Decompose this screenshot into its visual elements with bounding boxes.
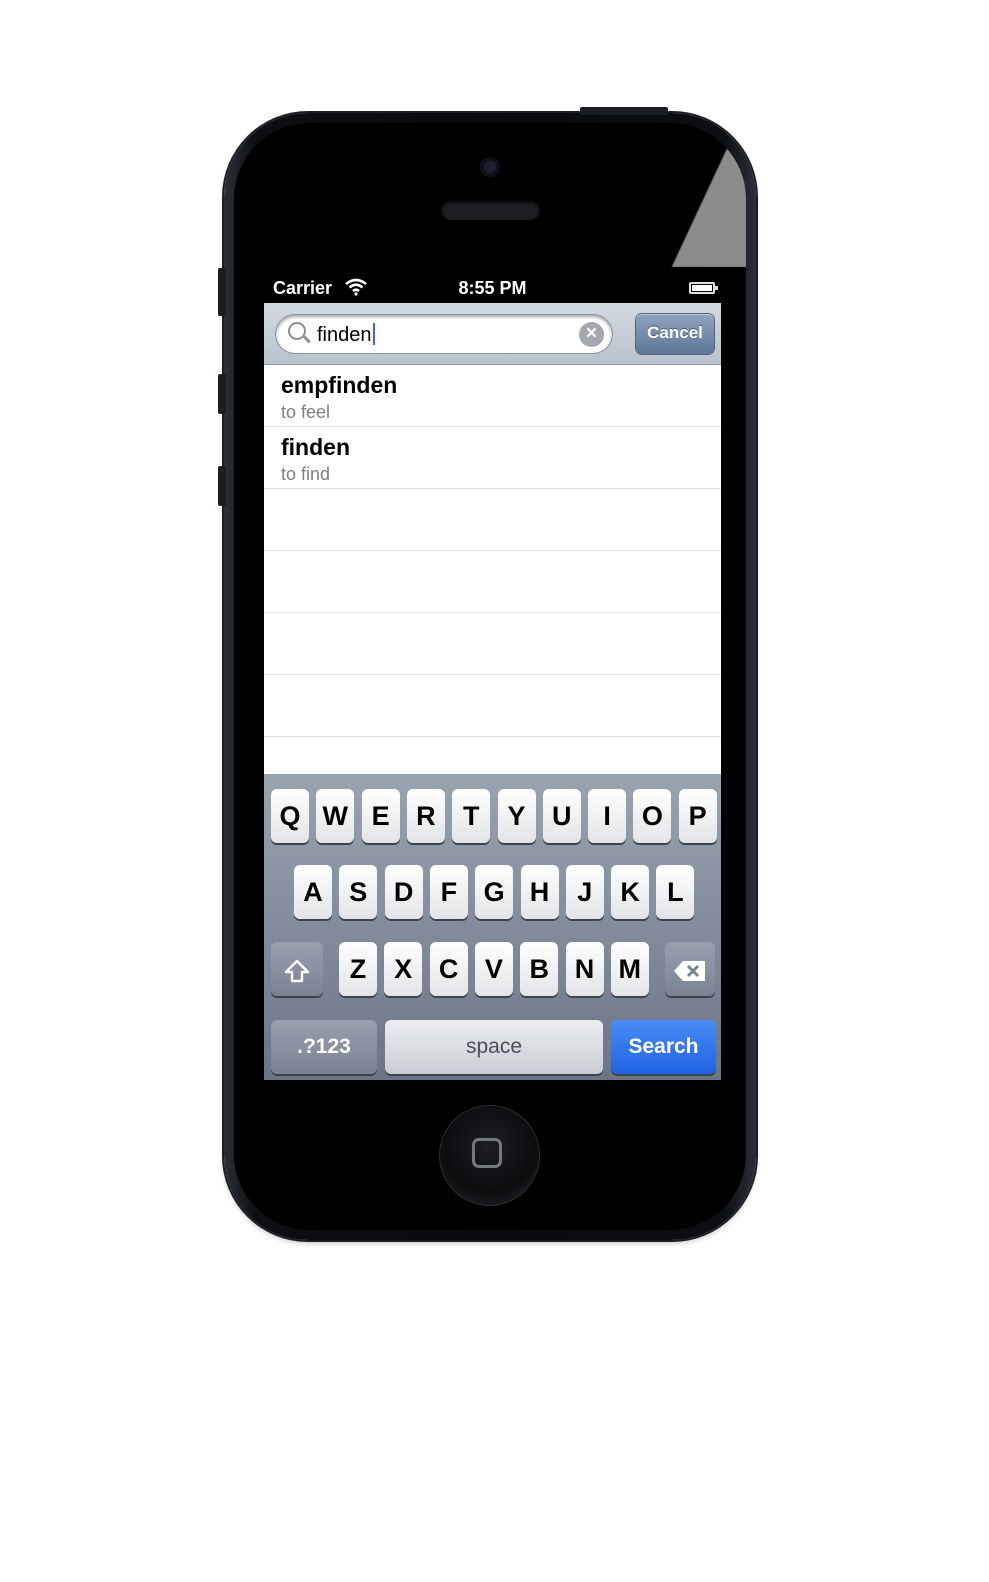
- key-n[interactable]: N: [565, 942, 604, 996]
- numbers-key[interactable]: .?123: [271, 1020, 377, 1074]
- key-r[interactable]: R: [406, 789, 445, 843]
- space-key[interactable]: space: [385, 1020, 603, 1074]
- key-p[interactable]: P: [678, 789, 717, 843]
- front-camera: [480, 157, 500, 177]
- delete-key[interactable]: [665, 942, 715, 996]
- search-value: finden: [317, 324, 372, 346]
- result-row: [264, 675, 721, 737]
- key-h[interactable]: H: [520, 865, 559, 919]
- key-a[interactable]: A: [294, 865, 332, 919]
- status-bar: Carrier 8:55 PM: [264, 274, 721, 303]
- result-row: [264, 613, 721, 675]
- result-row: [264, 489, 721, 551]
- search-icon: [288, 322, 306, 340]
- result-translation: to feel: [281, 402, 331, 422]
- volume-down-button: [218, 466, 226, 506]
- volume-up-button: [218, 374, 226, 414]
- mute-switch: [218, 268, 226, 316]
- delete-icon: [673, 954, 707, 984]
- key-y[interactable]: Y: [497, 789, 536, 843]
- cancel-button[interactable]: Cancel: [636, 314, 714, 354]
- key-q[interactable]: Q: [271, 789, 309, 843]
- keyboard: Q W E R T Y U I O P A S D F G H J K L Z X C V B N M .?123 space Sear…: [264, 774, 721, 1080]
- battery-icon: [689, 282, 718, 294]
- key-b[interactable]: B: [520, 942, 559, 996]
- home-button[interactable]: [440, 1106, 539, 1205]
- screen: Carrier 8:55 PM finden × Cancel empfinde…: [264, 274, 721, 1080]
- key-k[interactable]: K: [611, 865, 650, 919]
- key-i[interactable]: I: [588, 789, 627, 843]
- key-v[interactable]: V: [474, 942, 513, 996]
- result-word: finden: [281, 434, 350, 460]
- result-row[interactable]: finden to find: [264, 427, 721, 489]
- result-translation: to find: [281, 464, 331, 484]
- search-input[interactable]: finden ×: [276, 315, 612, 353]
- shift-icon: [283, 954, 311, 984]
- key-w[interactable]: W: [316, 789, 355, 843]
- home-square-icon: [472, 1138, 502, 1168]
- result-row: [264, 551, 721, 613]
- result-row[interactable]: empfinden to feel: [264, 365, 721, 427]
- key-x[interactable]: X: [384, 942, 423, 996]
- status-time: 8:55 PM: [458, 278, 527, 298]
- shift-key[interactable]: [271, 942, 323, 996]
- earpiece-speaker: [441, 200, 540, 220]
- key-m[interactable]: M: [610, 942, 649, 996]
- key-z[interactable]: Z: [339, 942, 377, 996]
- key-e[interactable]: E: [361, 789, 400, 843]
- key-g[interactable]: G: [475, 865, 514, 919]
- text-caret: [372, 323, 375, 345]
- power-button: [580, 107, 668, 115]
- search-key[interactable]: Search: [611, 1020, 716, 1074]
- key-f[interactable]: F: [429, 865, 468, 919]
- result-word: empfinden: [281, 372, 398, 398]
- key-l[interactable]: L: [656, 865, 695, 919]
- key-t[interactable]: T: [452, 789, 491, 843]
- results-list: empfinden to feel finden to find: [264, 365, 721, 799]
- search-text: finden: [317, 323, 375, 347]
- search-bar: finden × Cancel: [264, 303, 721, 365]
- key-j[interactable]: J: [565, 865, 604, 919]
- key-s[interactable]: S: [339, 865, 378, 919]
- key-c[interactable]: C: [429, 942, 468, 996]
- key-d[interactable]: D: [384, 865, 423, 919]
- key-o[interactable]: O: [633, 789, 672, 843]
- clear-icon[interactable]: ×: [579, 322, 604, 347]
- battery-fill: [692, 285, 712, 291]
- key-u[interactable]: U: [542, 789, 581, 843]
